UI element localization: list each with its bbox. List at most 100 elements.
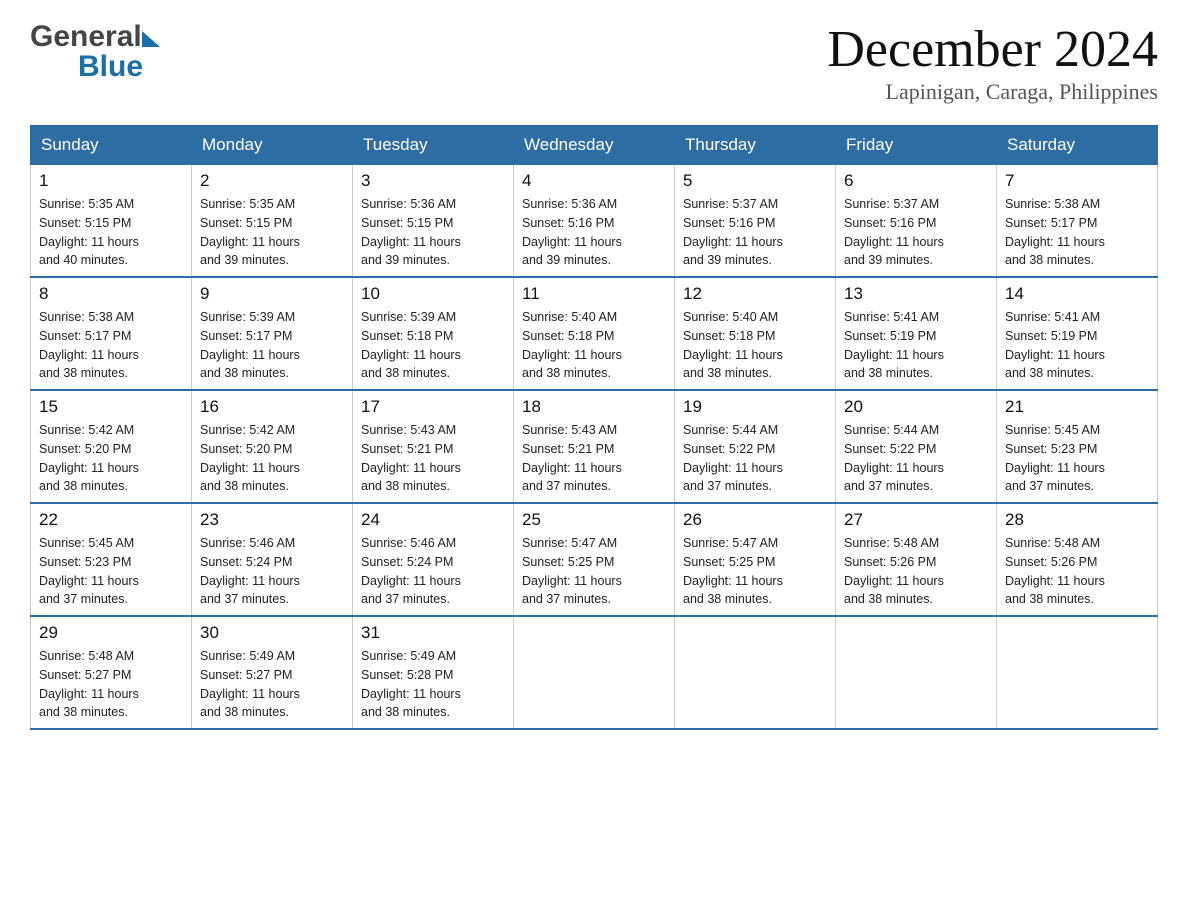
calendar-cell: 31 Sunrise: 5:49 AMSunset: 5:28 PMDayligh…: [353, 616, 514, 729]
calendar-cell: 17 Sunrise: 5:43 AMSunset: 5:21 PMDayligh…: [353, 390, 514, 503]
calendar-cell: 15 Sunrise: 5:42 AMSunset: 5:20 PMDayligh…: [31, 390, 192, 503]
day-info: Sunrise: 5:38 AMSunset: 5:17 PMDaylight:…: [1005, 195, 1149, 270]
calendar-cell: [514, 616, 675, 729]
calendar-cell: 25Sunrise: 5:47 AMSunset: 5:25 PMDayligh…: [514, 503, 675, 616]
day-info: Sunrise: 5:43 AMSunset: 5:21 PMDaylight:…: [361, 421, 505, 496]
calendar-cell: 12 Sunrise: 5:40 AMSunset: 5:18 PMDayligh…: [675, 277, 836, 390]
day-number: 24: [361, 510, 505, 530]
day-info: Sunrise: 5:37 AMSunset: 5:16 PMDaylight:…: [683, 195, 827, 270]
calendar-header-thursday: Thursday: [675, 126, 836, 164]
day-info: Sunrise: 5:36 AMSunset: 5:15 PMDaylight:…: [361, 195, 505, 270]
calendar-cell: 11 Sunrise: 5:40 AMSunset: 5:18 PMDayligh…: [514, 277, 675, 390]
location-text: Lapinigan, Caraga, Philippines: [827, 79, 1158, 105]
day-number: 30: [200, 623, 344, 643]
calendar-cell: [997, 616, 1158, 729]
day-info: Sunrise: 5:43 AMSunset: 5:21 PMDaylight:…: [522, 421, 666, 496]
calendar-table: SundayMondayTuesdayWednesdayThursdayFrid…: [30, 125, 1158, 730]
calendar-cell: 3Sunrise: 5:36 AMSunset: 5:15 PMDaylight…: [353, 164, 514, 277]
day-number: 19: [683, 397, 827, 417]
calendar-cell: 2Sunrise: 5:35 AMSunset: 5:15 PMDaylight…: [192, 164, 353, 277]
day-info: Sunrise: 5:45 AMSunset: 5:23 PMDaylight:…: [1005, 421, 1149, 496]
calendar-week-row: 8 Sunrise: 5:38 AMSunset: 5:17 PMDaylight…: [31, 277, 1158, 390]
calendar-cell: 13 Sunrise: 5:41 AMSunset: 5:19 PMDayligh…: [836, 277, 997, 390]
day-number: 27: [844, 510, 988, 530]
day-info: Sunrise: 5:42 AMSunset: 5:20 PMDaylight:…: [39, 421, 183, 496]
day-number: 10: [361, 284, 505, 304]
logo-general-text: General: [30, 20, 142, 54]
day-number: 22: [39, 510, 183, 530]
calendar-cell: 6Sunrise: 5:37 AMSunset: 5:16 PMDaylight…: [836, 164, 997, 277]
day-info: Sunrise: 5:39 AMSunset: 5:17 PMDaylight:…: [200, 308, 344, 383]
day-info: Sunrise: 5:48 AMSunset: 5:26 PMDaylight:…: [844, 534, 988, 609]
day-info: Sunrise: 5:46 AMSunset: 5:24 PMDaylight:…: [200, 534, 344, 609]
day-number: 16: [200, 397, 344, 417]
day-number: 26: [683, 510, 827, 530]
day-number: 13: [844, 284, 988, 304]
day-info: Sunrise: 5:48 AMSunset: 5:26 PMDaylight:…: [1005, 534, 1149, 609]
day-number: 1: [39, 171, 183, 191]
calendar-header-tuesday: Tuesday: [353, 126, 514, 164]
calendar-week-row: 22 Sunrise: 5:45 AMSunset: 5:23 PMDayligh…: [31, 503, 1158, 616]
calendar-cell: 29 Sunrise: 5:48 AMSunset: 5:27 PMDayligh…: [31, 616, 192, 729]
day-number: 31: [361, 623, 505, 643]
calendar-header-friday: Friday: [836, 126, 997, 164]
day-number: 29: [39, 623, 183, 643]
day-number: 9: [200, 284, 344, 304]
day-info: Sunrise: 5:47 AMSunset: 5:25 PMDaylight:…: [683, 534, 827, 609]
logo-blue-text: Blue: [78, 50, 143, 84]
day-number: 18: [522, 397, 666, 417]
day-number: 8: [39, 284, 183, 304]
day-number: 12: [683, 284, 827, 304]
day-info: Sunrise: 5:49 AMSunset: 5:27 PMDaylight:…: [200, 647, 344, 722]
calendar-header-sunday: Sunday: [31, 126, 192, 164]
day-number: 5: [683, 171, 827, 191]
day-info: Sunrise: 5:41 AMSunset: 5:19 PMDaylight:…: [844, 308, 988, 383]
day-info: Sunrise: 5:38 AMSunset: 5:17 PMDaylight:…: [39, 308, 183, 383]
day-number: 11: [522, 284, 666, 304]
day-number: 6: [844, 171, 988, 191]
day-info: Sunrise: 5:44 AMSunset: 5:22 PMDaylight:…: [844, 421, 988, 496]
calendar-cell: 14Sunrise: 5:41 AMSunset: 5:19 PMDayligh…: [997, 277, 1158, 390]
calendar-cell: 10Sunrise: 5:39 AMSunset: 5:18 PMDayligh…: [353, 277, 514, 390]
calendar-cell: 16Sunrise: 5:42 AMSunset: 5:20 PMDayligh…: [192, 390, 353, 503]
month-title: December 2024: [827, 20, 1158, 79]
calendar-cell: 7 Sunrise: 5:38 AMSunset: 5:17 PMDaylight…: [997, 164, 1158, 277]
calendar-week-row: 29 Sunrise: 5:48 AMSunset: 5:27 PMDayligh…: [31, 616, 1158, 729]
calendar-cell: 23Sunrise: 5:46 AMSunset: 5:24 PMDayligh…: [192, 503, 353, 616]
day-info: Sunrise: 5:35 AMSunset: 5:15 PMDaylight:…: [39, 195, 183, 270]
calendar-cell: 28 Sunrise: 5:48 AMSunset: 5:26 PMDayligh…: [997, 503, 1158, 616]
calendar-cell: 5 Sunrise: 5:37 AMSunset: 5:16 PMDaylight…: [675, 164, 836, 277]
day-info: Sunrise: 5:36 AMSunset: 5:16 PMDaylight:…: [522, 195, 666, 270]
calendar-header-row: SundayMondayTuesdayWednesdayThursdayFrid…: [31, 126, 1158, 164]
calendar-cell: 9 Sunrise: 5:39 AMSunset: 5:17 PMDaylight…: [192, 277, 353, 390]
day-info: Sunrise: 5:40 AMSunset: 5:18 PMDaylight:…: [522, 308, 666, 383]
day-number: 28: [1005, 510, 1149, 530]
calendar-cell: 19Sunrise: 5:44 AMSunset: 5:22 PMDayligh…: [675, 390, 836, 503]
day-number: 15: [39, 397, 183, 417]
day-number: 20: [844, 397, 988, 417]
day-number: 17: [361, 397, 505, 417]
calendar-week-row: 1 Sunrise: 5:35 AMSunset: 5:15 PMDaylight…: [31, 164, 1158, 277]
logo-triangle-icon: [142, 31, 160, 47]
calendar-cell: 8 Sunrise: 5:38 AMSunset: 5:17 PMDaylight…: [31, 277, 192, 390]
calendar-header-monday: Monday: [192, 126, 353, 164]
day-number: 7: [1005, 171, 1149, 191]
calendar-cell: 21Sunrise: 5:45 AMSunset: 5:23 PMDayligh…: [997, 390, 1158, 503]
calendar-cell: 1 Sunrise: 5:35 AMSunset: 5:15 PMDaylight…: [31, 164, 192, 277]
calendar-cell: 22 Sunrise: 5:45 AMSunset: 5:23 PMDayligh…: [31, 503, 192, 616]
day-number: 2: [200, 171, 344, 191]
day-info: Sunrise: 5:47 AMSunset: 5:25 PMDaylight:…: [522, 534, 666, 609]
calendar-cell: 30 Sunrise: 5:49 AMSunset: 5:27 PMDayligh…: [192, 616, 353, 729]
calendar-cell: 24Sunrise: 5:46 AMSunset: 5:24 PMDayligh…: [353, 503, 514, 616]
day-number: 4: [522, 171, 666, 191]
calendar-cell: 27 Sunrise: 5:48 AMSunset: 5:26 PMDayligh…: [836, 503, 997, 616]
day-info: Sunrise: 5:49 AMSunset: 5:28 PMDaylight:…: [361, 647, 505, 722]
day-info: Sunrise: 5:48 AMSunset: 5:27 PMDaylight:…: [39, 647, 183, 722]
day-info: Sunrise: 5:45 AMSunset: 5:23 PMDaylight:…: [39, 534, 183, 609]
day-info: Sunrise: 5:41 AMSunset: 5:19 PMDaylight:…: [1005, 308, 1149, 383]
calendar-header-saturday: Saturday: [997, 126, 1158, 164]
calendar-header-wednesday: Wednesday: [514, 126, 675, 164]
calendar-week-row: 15 Sunrise: 5:42 AMSunset: 5:20 PMDayligh…: [31, 390, 1158, 503]
calendar-cell: 4 Sunrise: 5:36 AMSunset: 5:16 PMDaylight…: [514, 164, 675, 277]
day-info: Sunrise: 5:40 AMSunset: 5:18 PMDaylight:…: [683, 308, 827, 383]
